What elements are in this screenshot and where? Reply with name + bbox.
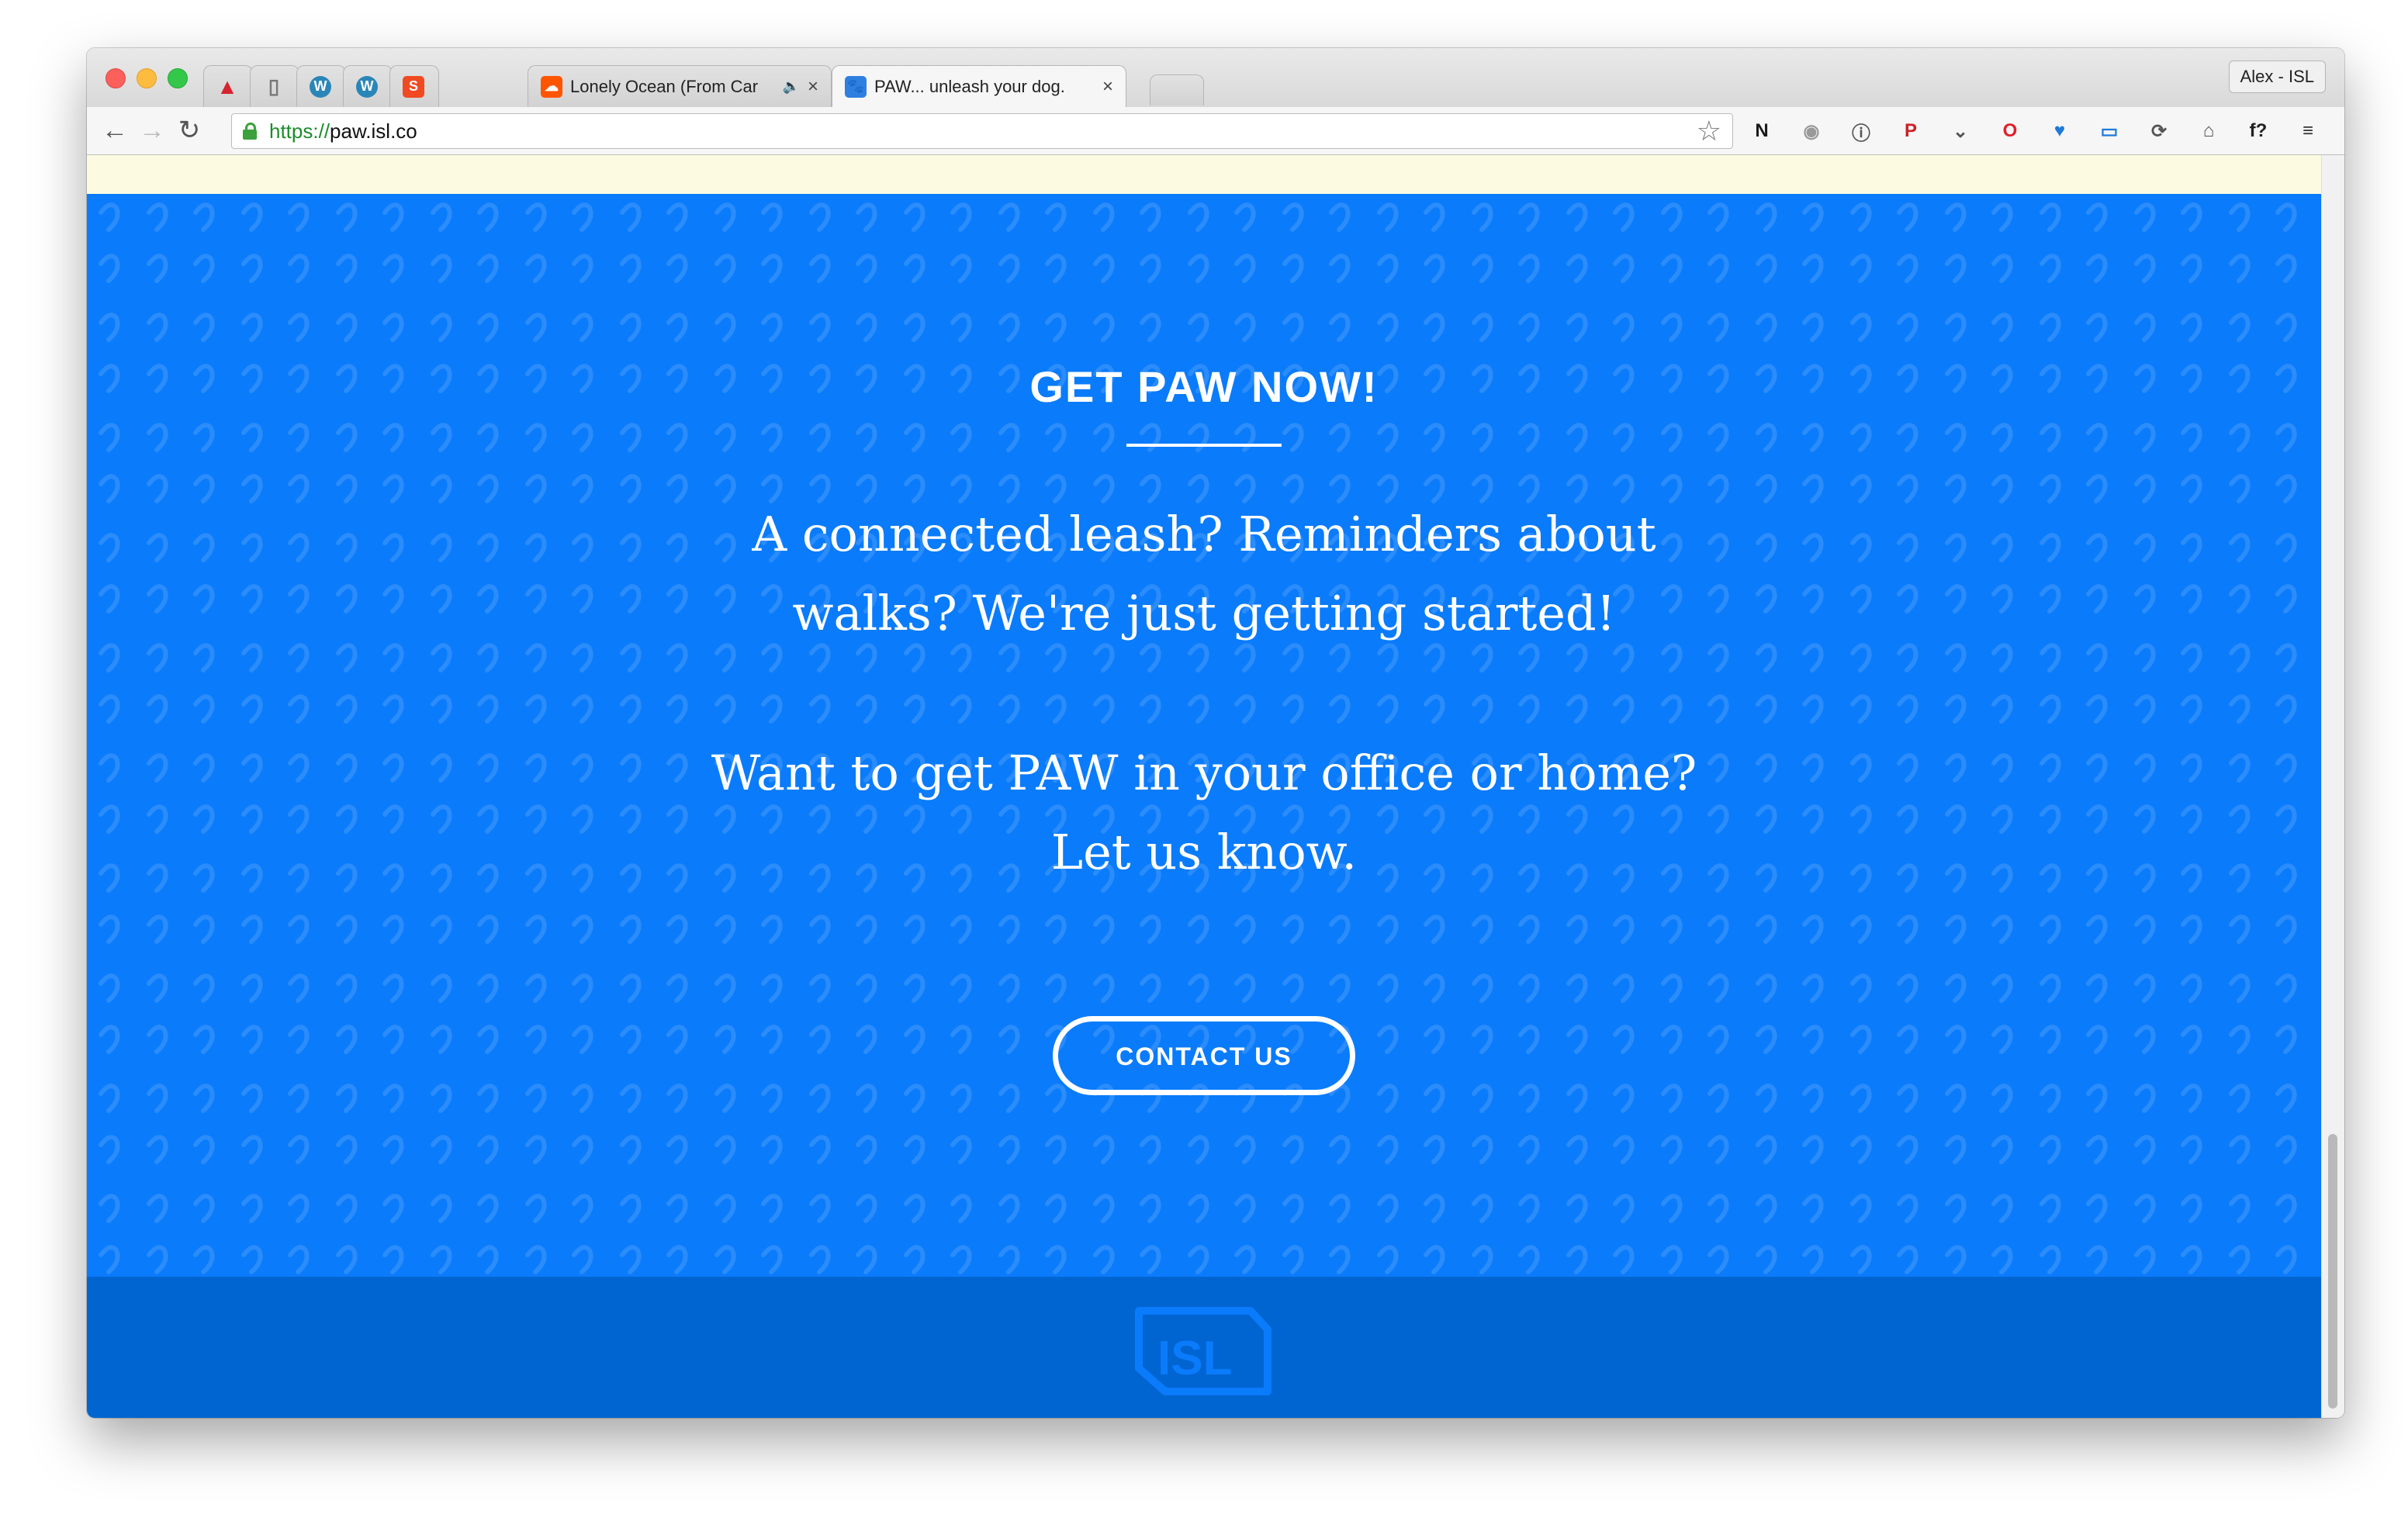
contact-us-button[interactable]: CONTACT US <box>1053 1016 1355 1095</box>
onepassword-icon[interactable]: ⓘ <box>1846 116 1876 146</box>
simplenote-s-icon: S <box>403 75 424 98</box>
close-tab-icon[interactable]: × <box>1102 76 1113 98</box>
evernote-n-icon[interactable]: N <box>1747 116 1777 146</box>
wordpress-icon: W <box>310 75 331 98</box>
pocket-icon[interactable]: ⌄ <box>1946 116 1975 146</box>
scrollbar-thumb[interactable] <box>2328 1134 2337 1409</box>
lock-icon <box>243 123 257 140</box>
blank-page-icon: ▯ <box>268 74 280 98</box>
soundcloud-icon: ☁ <box>541 75 562 98</box>
tab-pinned-1[interactable]: ▲ <box>203 65 253 107</box>
bookmark-star-icon[interactable]: ☆ <box>1697 116 1721 147</box>
tab-title: PAW... unleash your dog. <box>874 76 1065 96</box>
profile-button[interactable]: Alex - ISL <box>2228 60 2326 93</box>
back-arrow-icon[interactable]: ← <box>99 115 130 146</box>
browser-toolbar: ← → ↻ https://paw.isl.co ☆ N ◉ ⓘ P ⌄ O ♥ ▭ ⟳ ⌂ f? ≡ <box>87 107 2344 155</box>
camera-icon[interactable]: ◉ <box>1797 116 1826 146</box>
notice-strip <box>87 155 2321 194</box>
minimize-window-button[interactable] <box>137 68 157 88</box>
isl-logo[interactable]: ISL <box>1134 1306 1274 1396</box>
intro-copy-line-2: walks? We're just getting started! <box>792 585 1616 641</box>
forward-arrow-icon[interactable]: → <box>137 115 168 146</box>
paw-site-icon: 🐾 <box>845 75 867 98</box>
speaker-icon[interactable]: 🔈 <box>783 78 800 95</box>
tab-pinned-5[interactable]: S <box>389 65 439 107</box>
wordpress-icon: W <box>356 75 378 98</box>
new-tab-button[interactable] <box>1150 74 1204 105</box>
opera-icon[interactable]: O <box>1995 116 2025 146</box>
browser-window: ▲ ▯ W W S ☁ Lonely Ocean (From Car 🔈 × 🐾… <box>87 48 2344 1418</box>
zoom-window-button[interactable] <box>168 68 188 88</box>
invite-copy-line-2: Let us know. <box>1050 824 1358 880</box>
svg-text:ISL: ISL <box>1157 1332 1232 1385</box>
tab-strip: ▲ ▯ W W S ☁ Lonely Ocean (From Car 🔈 × 🐾… <box>87 48 2344 107</box>
cast-icon[interactable]: ⌂ <box>2194 116 2223 146</box>
get-paw-section: GET PAW NOW! A connected leash? Reminder… <box>87 194 2321 1277</box>
address-bar[interactable]: https://paw.isl.co ☆ <box>231 113 1733 149</box>
close-tab-icon[interactable]: × <box>808 76 818 98</box>
heart-extension-icon[interactable]: ♥ <box>2045 116 2074 146</box>
screen-capture-icon[interactable]: ▭ <box>2095 116 2124 146</box>
invite-copy-line-1: Want to get PAW in your office or home? <box>711 745 1697 801</box>
intro-copy-line-1: A connected leash? Reminders about <box>752 506 1656 562</box>
tab-pinned-3[interactable]: W <box>296 65 346 107</box>
tab-title: Lonely Ocean (From Car <box>570 76 759 96</box>
tab-paw[interactable]: 🐾 PAW... unleash your dog. × <box>832 65 1126 107</box>
warning-triangle-icon: ▲ <box>216 74 238 99</box>
font-question-icon[interactable]: f? <box>2244 116 2273 146</box>
tab-lonely-ocean[interactable]: ☁ Lonely Ocean (From Car 🔈 × <box>528 65 832 107</box>
page-scrollbar[interactable] <box>2321 155 2344 1418</box>
page-viewport: GET PAW NOW! A connected leash? Reminder… <box>87 155 2344 1418</box>
url-text[interactable]: https://paw.isl.co <box>269 114 417 148</box>
menu-icon[interactable]: ≡ <box>2293 116 2323 146</box>
sync-icon[interactable]: ⟳ <box>2144 116 2174 146</box>
page-footer: ISL <box>87 1277 2321 1418</box>
tab-pinned-4[interactable]: W <box>343 65 393 107</box>
section-title: GET PAW NOW! <box>1029 362 1379 411</box>
pinterest-icon[interactable]: P <box>1896 116 1925 146</box>
close-window-button[interactable] <box>106 68 126 88</box>
tab-pinned-2[interactable]: ▯ <box>250 65 299 107</box>
reload-icon[interactable]: ↻ <box>174 115 205 146</box>
title-divider <box>1126 444 1282 447</box>
